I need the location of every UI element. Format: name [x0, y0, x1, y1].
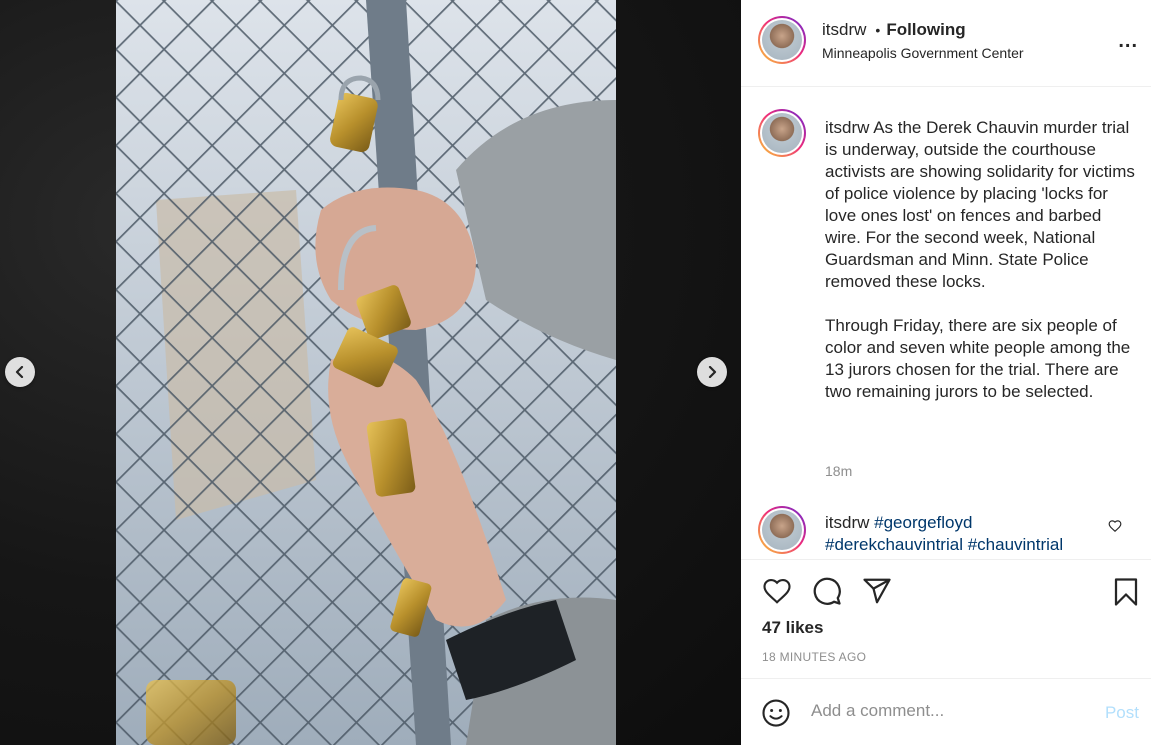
post-comment-button[interactable]: Post [1105, 703, 1139, 723]
comment-icon[interactable] [811, 576, 843, 606]
emoji-icon[interactable] [761, 698, 791, 728]
hashtag-link[interactable]: #chauvintrial [968, 535, 1063, 554]
avatar[interactable] [758, 109, 806, 157]
comments-list[interactable]: itsdrw As the Derek Chauvin murder trial… [741, 88, 1151, 558]
caption-username[interactable]: itsdrw [825, 118, 869, 137]
caption-timestamp[interactable]: 18m [825, 463, 852, 479]
chain-link-fence-photo [116, 0, 616, 745]
location-link[interactable]: Minneapolis Government Center [822, 45, 1024, 61]
chevron-right-icon [708, 366, 717, 378]
likes-count[interactable]: 47 likes [762, 618, 823, 638]
post-header: itsdrw • Following Minneapolis Governmen… [741, 0, 1151, 87]
header-user-line: itsdrw • Following [822, 20, 966, 40]
hashtag-link[interactable]: #derekchauvintrial [825, 535, 963, 554]
post-media [0, 0, 741, 745]
avatar-image [762, 20, 802, 60]
heart-icon[interactable] [761, 576, 793, 606]
chevron-left-icon [15, 366, 24, 378]
avatar[interactable] [758, 506, 806, 554]
avatar-image [762, 510, 802, 550]
action-icons [761, 576, 893, 606]
post-details-panel: itsdrw • Following Minneapolis Governmen… [741, 0, 1151, 745]
separator-dot: • [875, 22, 881, 38]
hashtag-comment-text: itsdrw #georgefloyd #derekchauvintrial #… [825, 512, 1095, 556]
post-actions: 47 likes 18 MINUTES AGO [741, 559, 1151, 677]
avatar-image [762, 113, 802, 153]
like-comment-heart-icon[interactable] [1108, 519, 1122, 538]
bookmark-icon[interactable] [1111, 576, 1141, 608]
caption-body: As the Derek Chauvin murder trial is und… [825, 118, 1135, 401]
header-username[interactable]: itsdrw [822, 20, 866, 40]
share-icon[interactable] [861, 576, 893, 606]
avatar[interactable] [758, 16, 806, 64]
caption-text: itsdrw As the Derek Chauvin murder trial… [825, 117, 1135, 403]
post-photo[interactable] [116, 0, 616, 745]
next-image-button[interactable] [697, 357, 727, 387]
following-button[interactable]: Following [886, 20, 965, 40]
post-timestamp[interactable]: 18 MINUTES AGO [762, 650, 866, 664]
comment-input[interactable] [811, 701, 1081, 721]
more-options-icon[interactable]: ... [1118, 30, 1138, 53]
add-comment-bar: Post [741, 678, 1151, 745]
hashtag-link[interactable]: #georgefloyd [874, 513, 972, 532]
comment-username[interactable]: itsdrw [825, 513, 869, 532]
previous-image-button[interactable] [5, 357, 35, 387]
